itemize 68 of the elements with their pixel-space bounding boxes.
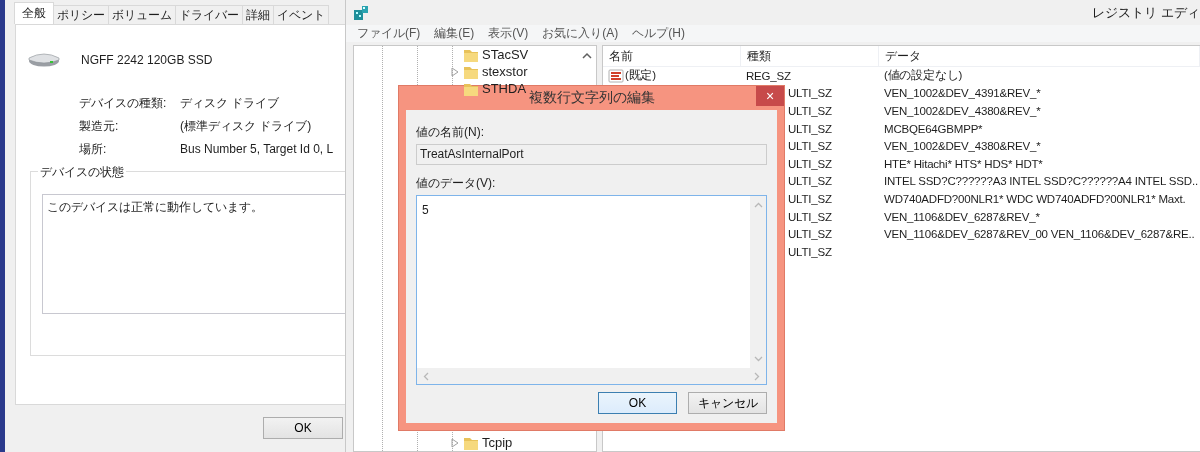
column-header[interactable]: データ — [879, 46, 1200, 66]
dialog-title: 複数行文字列の編集 — [528, 89, 655, 107]
tab[interactable]: イベント — [273, 5, 329, 24]
tree-item[interactable]: STHDA — [482, 81, 527, 96]
scroll-up-icon — [582, 52, 592, 59]
value-type: ULTI_SZ — [788, 140, 832, 153]
value-type: ULTI_SZ — [788, 228, 832, 241]
group-title: デバイスの状態 — [38, 164, 126, 181]
value-data: VEN_1106&DEV_6287&REV_00 VEN_1106&DEV_6287&RE.. — [884, 228, 1195, 241]
value-data: HTE* Hitachi* HTS* HDS* HDT* — [884, 157, 1043, 170]
field-value: (標準ディスク ドライブ) — [180, 120, 313, 133]
cancel-button[interactable]: キャンセル — [688, 392, 767, 414]
menu-item[interactable]: ヘルプ(H) — [625, 25, 692, 42]
value-type: REG_SZ — [746, 69, 791, 82]
tree-item[interactable]: STacSV — [482, 47, 529, 62]
column-header[interactable]: 種類 — [741, 46, 879, 66]
scroll-up-icon — [753, 202, 763, 208]
close-button[interactable]: × — [756, 86, 784, 106]
value-type: ULTI_SZ — [788, 105, 832, 117]
value-type: ULTI_SZ — [788, 175, 832, 188]
registry-icon — [353, 4, 369, 21]
string-value-icon — [608, 68, 624, 83]
window-title: レジストリ エディ — [1092, 3, 1200, 22]
tab[interactable]: 全般 — [14, 2, 54, 24]
tab[interactable]: ポリシー — [53, 5, 109, 24]
tab[interactable]: ボリューム — [108, 5, 176, 24]
tree-item[interactable]: Tcpip — [482, 435, 513, 450]
value-type: ULTI_SZ — [788, 210, 832, 223]
field-label: 値の名前(N): — [416, 124, 485, 140]
tab[interactable]: ドライバー — [175, 5, 243, 24]
field-label: デバイスの種類: — [79, 97, 168, 110]
expand-arrow-icon — [450, 437, 460, 448]
tree-item[interactable]: stexstor — [482, 64, 528, 79]
value-type: ULTI_SZ — [788, 157, 832, 170]
ok-button[interactable]: OK — [263, 417, 343, 439]
menu-item[interactable]: お気に入り(A) — [535, 25, 626, 42]
scroll-left-icon — [423, 371, 429, 381]
data-field[interactable]: 5 — [416, 195, 767, 385]
value-type: ULTI_SZ — [788, 87, 832, 100]
menu-item[interactable]: 編集(E) — [427, 25, 482, 42]
value-data: INTEL SSD?C??????A3 INTEL SSD?C??????A4 INTEL SSD.. — [884, 175, 1198, 188]
value-type: ULTI_SZ — [788, 245, 832, 258]
value-data: MCBQE64GBMPP* — [884, 122, 983, 135]
scroll-down-icon — [753, 356, 763, 362]
ok-button[interactable]: OK — [598, 392, 677, 414]
field-label: 製造元: — [79, 120, 120, 133]
value-type: ULTI_SZ — [788, 122, 832, 135]
field-label: 値のデータ(V): — [416, 175, 497, 191]
menu-item[interactable]: 表示(V) — [481, 25, 536, 42]
value-data: WD740ADFD?00NLR1* WDC WD740ADFD?00NLR1* Maxt. — [884, 192, 1186, 205]
device-name: NGFF 2242 120GB SSD — [81, 52, 213, 67]
value-type: ULTI_SZ — [788, 192, 832, 205]
value-data: VEN_1002&DEV_4391&REV_* — [884, 87, 1041, 100]
name-field: TreatAsInternalPort — [416, 144, 767, 165]
drive-icon — [28, 51, 60, 67]
value-name: (既定) — [625, 68, 656, 84]
value-data: VEN_1002&DEV_4380&REV_* — [884, 105, 1041, 117]
expand-arrow-icon — [450, 66, 460, 77]
value-data: (値の設定なし) — [884, 68, 963, 84]
column-header[interactable]: 名前 — [603, 46, 741, 66]
menu-item[interactable]: ファイル(F) — [350, 25, 428, 42]
field-value: Bus Number 5, Target Id 0, L — [180, 143, 335, 156]
field-label: 場所: — [79, 143, 108, 156]
value-data: VEN_1106&DEV_6287&REV_* — [884, 210, 1040, 223]
tab[interactable]: 詳細 — [242, 5, 274, 24]
value-data: VEN_1002&DEV_4380&REV_* — [884, 140, 1041, 153]
scroll-right-icon — [754, 371, 760, 381]
field-value: ディスク ドライブ — [180, 97, 281, 110]
